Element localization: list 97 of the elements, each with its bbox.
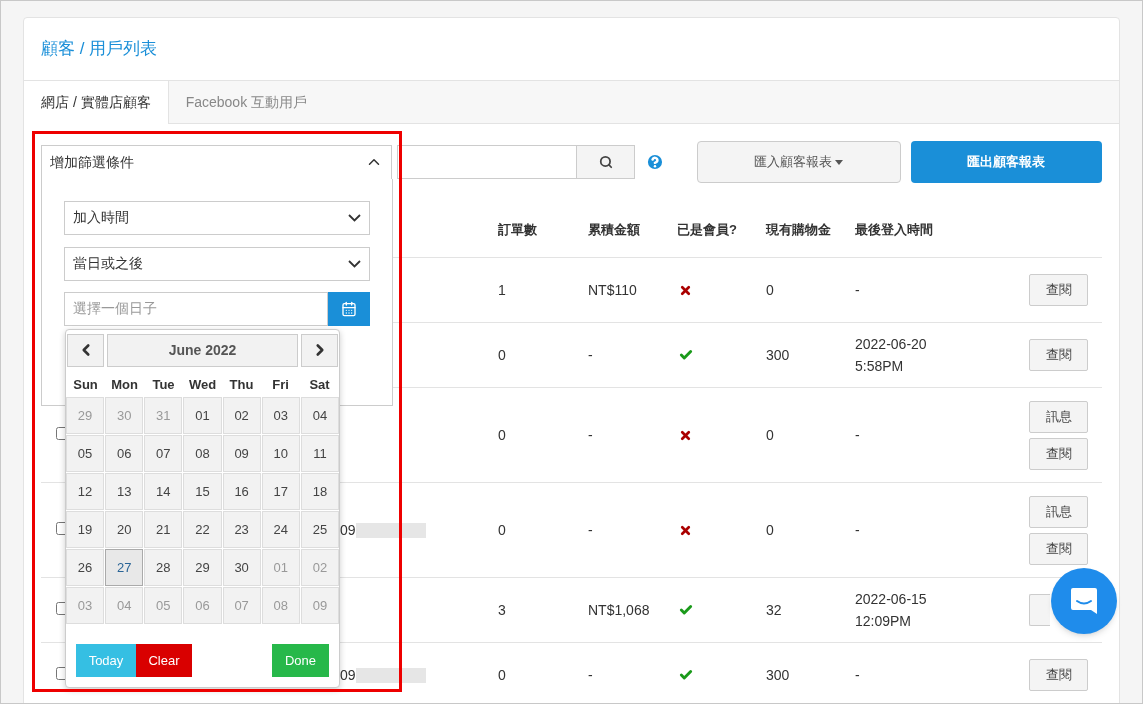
row-action-button[interactable]: 查閱 <box>1029 274 1088 306</box>
table-cell-text: 300 <box>766 665 791 685</box>
table-cell-text: 0 <box>498 345 507 365</box>
table-cell-text: 0 <box>766 280 775 300</box>
calendar-icon <box>341 300 357 317</box>
calendar-day[interactable]: 15 <box>183 473 222 510</box>
weekday-label: Tue <box>151 375 176 394</box>
calendar-day[interactable]: 19 <box>66 511 105 548</box>
search-field[interactable] <box>397 145 578 179</box>
chevron-down-icon <box>348 259 361 268</box>
calendar-day[interactable]: 23 <box>222 511 261 548</box>
weekday-label: Thu <box>228 375 255 394</box>
weekday-label: Sat <box>308 375 331 394</box>
calendar-day[interactable]: 25 <box>300 511 339 548</box>
column-header: 已是會員? <box>677 220 738 239</box>
weekday-label: Fri <box>271 375 290 394</box>
calendar-day[interactable]: 07 <box>144 435 183 472</box>
calendar-day[interactable]: 09 <box>222 435 261 472</box>
calendar-day[interactable]: 29 <box>183 549 222 586</box>
calendar-day[interactable]: 22 <box>183 511 222 548</box>
calendar-day[interactable]: 24 <box>261 511 300 548</box>
row-action-button[interactable]: 訊息 <box>1029 495 1088 528</box>
table-cell-text: 32 <box>766 600 783 620</box>
table-cell-text: 1 <box>498 280 507 300</box>
table-cell-text: 0 <box>498 520 507 540</box>
column-header: 現有購物金 <box>766 220 832 239</box>
calendar-day[interactable]: 20 <box>105 511 144 548</box>
table-cell-text: 2022-06-15 12:09PM <box>855 590 928 631</box>
calendar-button[interactable] <box>328 291 370 326</box>
table-cell-text: NT$1,068 <box>588 601 651 620</box>
table-cell-text: 3 <box>498 600 507 620</box>
table-cell-text: NT$110 <box>588 281 638 300</box>
calendar-day[interactable]: 13 <box>105 473 144 510</box>
table-cell-text: 0 <box>498 665 507 685</box>
phone-number: 09 <box>340 665 356 685</box>
redacted-block <box>355 522 426 538</box>
table-cell-text: 2022-06-20 5:58PM <box>855 335 928 376</box>
calendar-day[interactable]: 12 <box>66 473 105 510</box>
row-action-button[interactable]: 查閱 <box>1029 659 1088 691</box>
import-report-button[interactable]: 匯入顧客報表 <box>697 141 901 183</box>
row-action-button[interactable]: 查閱 <box>1029 437 1088 470</box>
weekday-label: Mon <box>110 375 139 394</box>
calendar-day[interactable]: 27 <box>105 549 144 586</box>
column-header: 訂單數 <box>498 220 538 239</box>
weekday-label: Wed <box>187 375 218 394</box>
table-cell-text: 0 <box>766 425 775 445</box>
caret-icon <box>835 159 844 165</box>
calendar-action-button[interactable]: Clear <box>136 644 192 677</box>
calendar-day[interactable]: 03 <box>261 397 300 434</box>
table-cell-text: - <box>855 521 861 540</box>
calendar-day[interactable]: 02 <box>222 397 261 434</box>
calendar-day[interactable]: 16 <box>222 473 261 510</box>
calendar-day[interactable]: 21 <box>144 511 183 548</box>
calendar-day[interactable]: 17 <box>261 473 300 510</box>
calendar-day[interactable]: 01 <box>183 397 222 434</box>
export-report-button[interactable]: 匯出顧客報表 <box>910 141 1102 183</box>
search-icon <box>598 155 613 169</box>
select-field[interactable]: 加入時間 <box>64 200 370 235</box>
calendar-day[interactable]: 06 <box>105 435 144 472</box>
calendar-day[interactable]: 08 <box>183 435 222 472</box>
chevron-down-icon <box>348 213 361 222</box>
select-field[interactable]: 當日或之後 <box>64 246 370 281</box>
calendar-day[interactable]: 26 <box>66 549 105 586</box>
date-input[interactable]: 選擇一個日子 <box>64 291 328 326</box>
table-cell-text: - <box>588 666 594 685</box>
calendar-day[interactable]: 28 <box>144 549 183 586</box>
calendar-day[interactable]: 04 <box>300 397 339 434</box>
table-cell-text: - <box>855 281 861 300</box>
phone-number: 09 <box>340 520 356 540</box>
column-header: 最後登入時間 <box>855 220 934 239</box>
calendar-day[interactable]: 30 <box>222 549 261 586</box>
table-cell-text: 300 <box>766 345 791 365</box>
month-title[interactable]: June 2022 <box>107 333 298 367</box>
weekday-label: Sun <box>72 375 99 394</box>
table-cell-text: - <box>855 666 861 685</box>
calendar-day[interactable]: 11 <box>300 435 339 472</box>
table-cell-text: - <box>588 521 594 540</box>
previous-month-button[interactable] <box>67 333 104 367</box>
table-cell-text: - <box>855 426 861 445</box>
table-cell-text: 0 <box>498 425 507 445</box>
table-cell-text: - <box>588 426 594 445</box>
calendar-day[interactable]: 05 <box>66 435 105 472</box>
search-button[interactable] <box>577 145 636 179</box>
row-action-button[interactable]: 查閱 <box>1029 532 1088 565</box>
filter-toggle[interactable]: 增加篩選條件 <box>41 144 393 180</box>
redacted-block <box>355 667 426 683</box>
calendar-day[interactable]: 14 <box>144 473 183 510</box>
row-action-button[interactable]: 查閱 <box>1029 339 1088 371</box>
chat-icon <box>1069 586 1099 616</box>
row-action-button[interactable]: 訊息 <box>1029 400 1088 433</box>
calendar-day[interactable]: 18 <box>300 473 339 510</box>
page-title: 顧客 / 用戶列表 <box>41 38 158 61</box>
table-cell-text: 0 <box>766 520 775 540</box>
table-cell-text: - <box>588 346 594 365</box>
next-month-button[interactable] <box>301 333 338 367</box>
column-header: 累積金額 <box>588 220 641 239</box>
calendar-day[interactable]: 10 <box>261 435 300 472</box>
